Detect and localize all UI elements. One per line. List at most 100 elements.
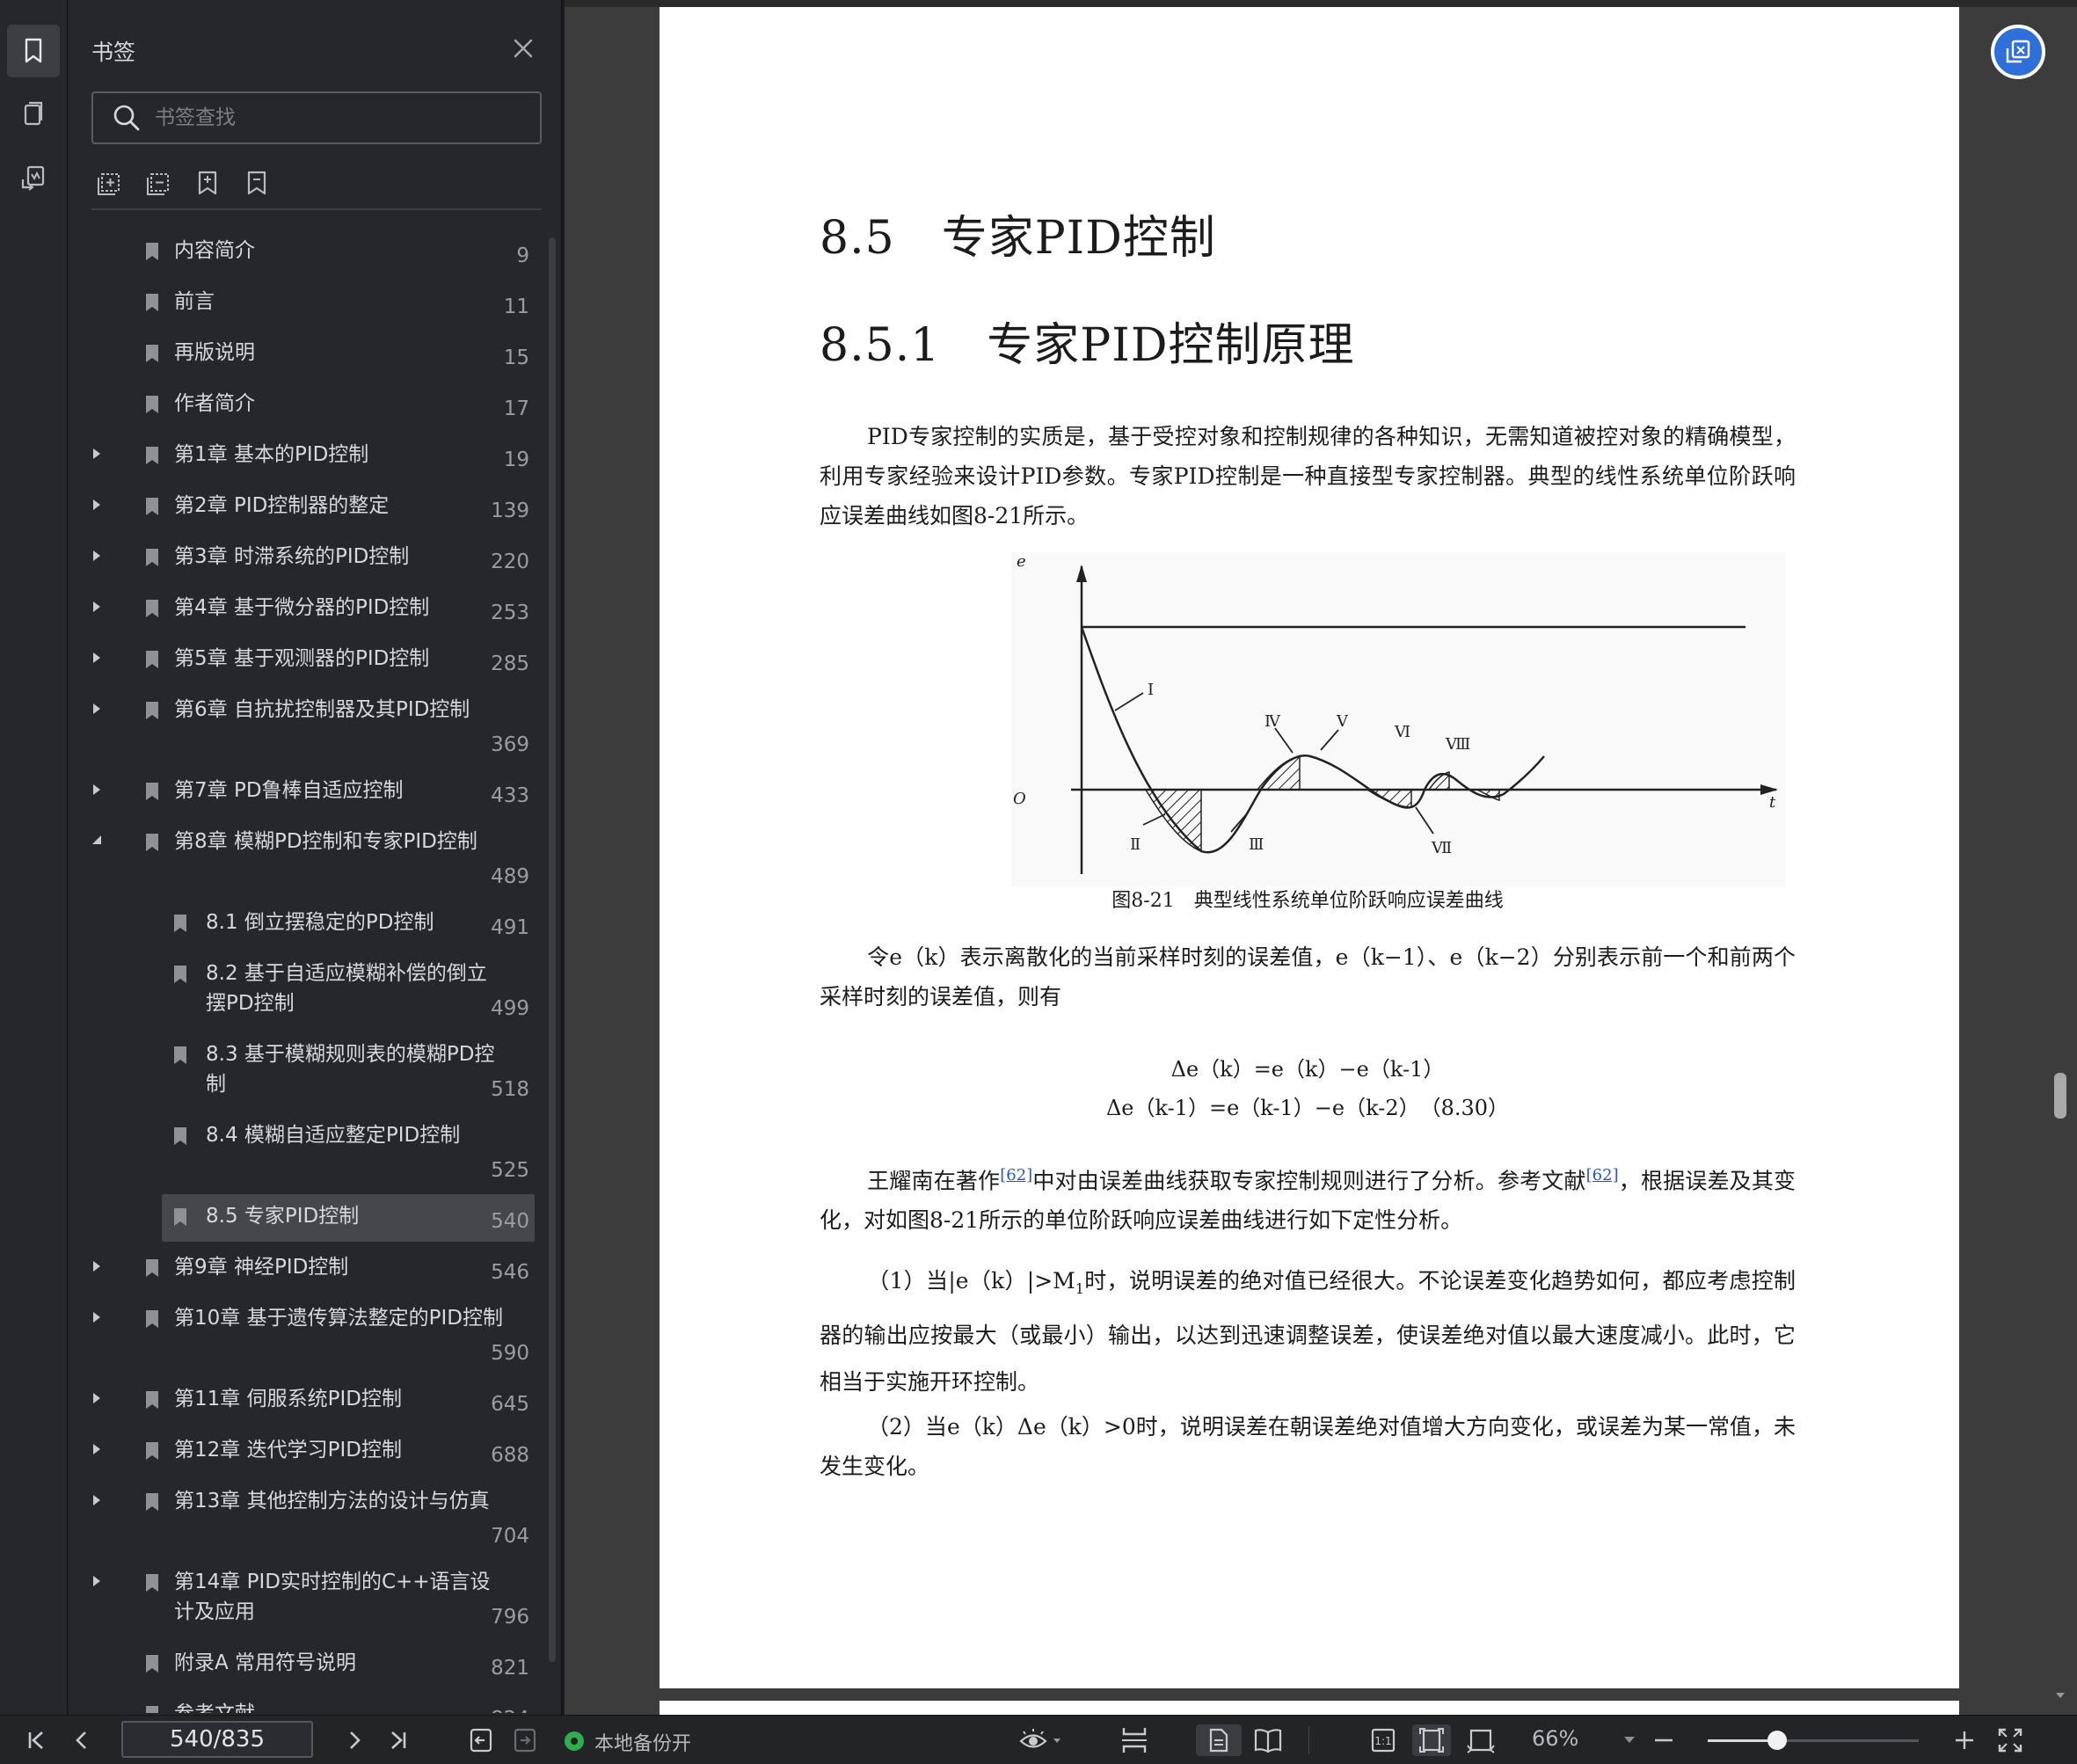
bookmark-item[interactable]: 第6章 自抗扰控制器及其PID控制 369 [69,686,543,767]
bookmark-item[interactable]: 第9章 神经PID控制 546 [69,1243,543,1294]
bookmark-label: 第11章 伺服系统PID控制 [174,1388,402,1410]
bookmark-icon [144,832,160,853]
bookmark-item[interactable]: 第8章 模糊PD控制和专家PID控制 489 [69,818,543,899]
curve-label-2: Ⅱ [1130,835,1141,854]
bookmark-search-box[interactable] [91,91,542,144]
bookmark-label: 前言 [174,290,215,313]
collapsed-arrow-icon[interactable] [91,1491,102,1509]
bookmark-item[interactable]: 前言 11 [69,278,543,329]
previous-page-edge [565,0,2077,7]
zoom-in-icon[interactable] [1949,1724,1980,1756]
bookmark-item[interactable]: 作者简介 17 [69,380,543,431]
zoom-out-icon[interactable] [1648,1724,1680,1756]
bookmark-label: 第10章 基于遗传算法整定的PID控制 [174,1307,503,1330]
pdf-page: 8.5 专家PID控制 8.5.1 专家PID控制原理 PID专家控制的实质是，… [660,7,1959,1688]
citation-link[interactable]: [62] [1586,1166,1619,1185]
convert-pdf-button[interactable] [1991,25,2045,79]
expanded-arrow-icon[interactable] [91,832,102,849]
bookmark-item[interactable]: 内容简介 9 [69,227,543,278]
eye-protection-icon[interactable] [1017,1724,1066,1756]
collapsed-arrow-icon[interactable] [91,700,102,718]
page-number-box[interactable] [121,1721,313,1758]
previous-page-icon[interactable] [69,1724,95,1756]
expand-all-icon[interactable] [91,165,127,200]
origin-label: O [1013,790,1026,808]
add-bookmark-icon[interactable] [190,165,225,200]
bookmark-item[interactable]: 参考文献824 [69,1690,543,1713]
single-page-scroll-icon[interactable] [1110,1724,1159,1756]
next-page-icon[interactable] [341,1724,368,1756]
bookmark-item[interactable]: 第11章 伺服系统PID控制 645 [69,1375,543,1426]
panel-scrollbar[interactable] [549,237,556,1662]
collapsed-arrow-icon[interactable] [91,649,102,667]
single-page-view-icon[interactable] [1196,1724,1242,1756]
bookmark-item[interactable]: 附录A 常用符号说明 821 [69,1639,543,1690]
thumbnails-tab-icon[interactable] [7,88,60,141]
collapsed-arrow-icon[interactable] [91,445,102,463]
collapsed-arrow-icon[interactable] [91,547,102,565]
bookmark-item[interactable]: 第5章 基于观测器的PID控制 285 [69,635,543,686]
bookmark-page-number: 11 [503,295,529,318]
back-icon[interactable] [466,1724,496,1756]
actual-size-icon[interactable]: 1:1 [1365,1724,1402,1756]
bookmark-item[interactable]: 第3章 时滞系统的PID控制 220 [69,533,543,584]
bookmark-search-input[interactable] [155,102,524,134]
curve-label-5: Ⅴ [1336,712,1349,731]
bookmark-icon [144,781,160,802]
collapsed-arrow-icon[interactable] [91,1257,102,1275]
last-page-icon[interactable] [385,1724,412,1756]
scroll-down-icon[interactable] [2054,1688,2066,1705]
bookmark-item[interactable]: 第4章 基于微分器的PID控制 253 [69,584,543,635]
zoom-slider-thumb[interactable] [1767,1731,1788,1750]
collapse-all-icon[interactable] [141,165,176,200]
backup-status-label[interactable]: 本地备份开 [594,1728,691,1756]
bookmark-icon [144,1572,160,1593]
collapsed-arrow-icon[interactable] [91,496,102,514]
collapsed-arrow-icon[interactable] [91,1308,102,1326]
bookmark-item[interactable]: 第12章 迭代学习PID控制 688 [69,1426,543,1477]
zoom-dropdown-icon[interactable] [1616,1724,1643,1756]
collapsed-arrow-icon[interactable] [91,1389,102,1407]
remove-bookmark-icon[interactable] [239,165,274,200]
bookmark-page-number: 518 [491,1078,529,1101]
bookmark-tab-icon[interactable] [7,25,60,77]
subscript: 1 [1075,1280,1084,1297]
close-icon[interactable] [508,33,538,63]
fit-page-icon[interactable] [1412,1724,1451,1756]
bookmark-item[interactable]: 8.4 模糊自适应整定PID控制 525 [69,1112,543,1192]
bookmark-item[interactable]: 第1章 基本的PID控制 19 [69,431,543,482]
fit-width-icon[interactable] [1461,1724,1500,1756]
collapsed-arrow-icon[interactable] [91,598,102,616]
bookmark-item[interactable]: 8.3 基于模糊规则表的模糊PD控制 518 [69,1031,543,1112]
collapsed-arrow-icon[interactable] [91,1440,102,1458]
bookmark-label: 第14章 PID实时控制的C++语言设计及应用 [174,1571,491,1623]
zoom-level[interactable]: 66% [1532,1726,1578,1751]
first-page-icon[interactable] [23,1724,49,1756]
fullscreen-icon[interactable] [1993,1724,2028,1756]
bookmark-icon [144,1308,160,1330]
bookmark-label: 第4章 基于微分器的PID控制 [174,596,430,619]
backup-status-icon [565,1731,584,1751]
bookmark-item[interactable]: 第7章 PD鲁棒自适应控制 433 [69,767,543,818]
bookmark-toolbar [91,165,542,204]
page-number-input[interactable] [123,1723,311,1756]
bookmark-list: 内容简介 9 前言 11 再版说明 15 作者简介 17 第1章 基本的PID控制 19 第2章 P… [69,227,543,1713]
bookmark-item[interactable]: 第10章 基于遗传算法整定的PID控制 590 [69,1294,543,1375]
bookmark-item[interactable]: 8.1 倒立摆稳定的PD控制 491 [69,899,543,950]
bookmark-item[interactable]: 再版说明 15 [69,329,543,380]
bookmark-item[interactable]: 第14章 PID实时控制的C++语言设计及应用 796 [69,1558,543,1639]
bookmark-label: 内容简介 [174,239,255,262]
collapsed-arrow-icon[interactable] [91,1572,102,1590]
two-page-view-icon[interactable] [1245,1724,1291,1756]
citation-link[interactable]: [62] [1000,1166,1032,1185]
document-scrollbar-thumb[interactable] [2054,1073,2066,1119]
bookmark-item[interactable]: 8.5 专家PID控制 540 [69,1192,543,1243]
forward-icon[interactable] [510,1724,540,1756]
annotations-tab-icon[interactable] [7,151,60,204]
collapsed-arrow-icon[interactable] [91,781,102,798]
bookmark-page-number: 704 [491,1525,529,1548]
bookmark-item[interactable]: 8.2 基于自适应模糊补偿的倒立摆PD控制 499 [69,950,543,1031]
status-bar: 本地备份开 1:1 66% [0,1715,2077,1764]
bookmark-item[interactable]: 第13章 其他控制方法的设计与仿真 704 [69,1477,543,1558]
bookmark-item[interactable]: 第2章 PID控制器的整定 139 [69,482,543,533]
